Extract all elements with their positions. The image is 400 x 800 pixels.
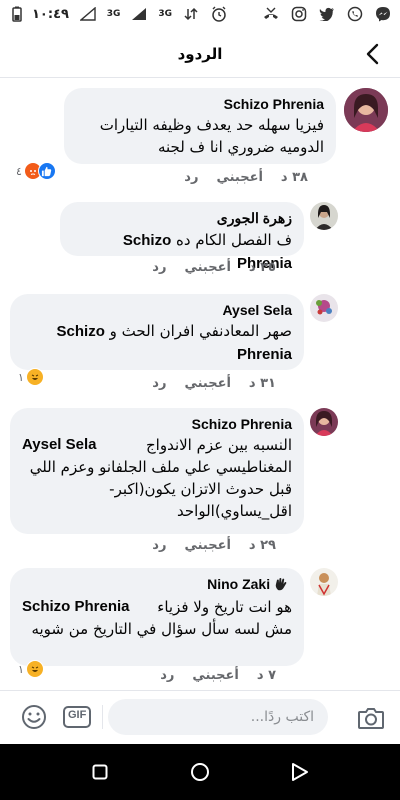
- reply-button[interactable]: رد: [160, 668, 174, 683]
- home-icon: [191, 763, 209, 781]
- status-time: ١٠:٤٩: [32, 6, 69, 22]
- alarm-icon: [210, 5, 228, 23]
- reply-button[interactable]: رد: [184, 170, 198, 185]
- emoji-button[interactable]: [20, 703, 48, 731]
- reply-bubble[interactable]: Aysel Sela صهر المعادنفي افران الحث و Sc…: [10, 294, 304, 370]
- home-button[interactable]: [188, 760, 212, 784]
- reply-time[interactable]: ٣١ د: [249, 376, 276, 391]
- author-name-row: Nino Zaki: [22, 576, 292, 594]
- page-title: الردود: [177, 44, 223, 63]
- reply-item: زهرة الجورى ف الفصل الكام ده Schizo Phre…: [0, 190, 400, 278]
- avatar[interactable]: [344, 88, 388, 132]
- reactions-summary[interactable]: ٤: [16, 162, 56, 180]
- reaction-count: ٤: [16, 164, 22, 178]
- like-button[interactable]: أعجبني: [184, 260, 230, 275]
- reply-time[interactable]: ٢٩ د: [249, 538, 276, 553]
- author-name[interactable]: Schizo Phrenia: [76, 96, 324, 112]
- messenger-icon: [374, 5, 392, 23]
- like-button[interactable]: أعجبني: [184, 376, 230, 391]
- signal-icon: [79, 5, 97, 23]
- reply-meta: ٣٥ د أعجبني رد: [152, 260, 276, 275]
- author-name[interactable]: Nino Zaki: [207, 576, 270, 592]
- network-type-2: 3G: [158, 9, 172, 19]
- recents-icon: [92, 764, 108, 780]
- data-arrows-icon: [182, 5, 200, 23]
- reply-bubble[interactable]: Nino Zaki Schizo Phrenia هو انت تاريخ ول…: [10, 568, 304, 666]
- reply-time[interactable]: ٧ د: [257, 668, 276, 683]
- like-button[interactable]: أعجبني: [184, 538, 230, 553]
- missed-call-icon: [262, 5, 280, 23]
- waving-hand-icon: [274, 577, 288, 594]
- haha-reaction-icon: [25, 660, 44, 678]
- reply-text-body: صهر المعادنفي افران الحث و: [109, 322, 292, 340]
- status-left: ١٠:٤٩: [8, 5, 69, 23]
- reply-button[interactable]: رد: [152, 260, 166, 275]
- author-name[interactable]: زهرة الجورى: [72, 210, 292, 227]
- reply-composer: اكتب ردًا... GIF: [0, 690, 400, 744]
- reply-bubble[interactable]: Schizo Phrenia Aysel Sela النسبه بين عزم…: [10, 408, 304, 534]
- reply-input[interactable]: اكتب ردًا...: [108, 699, 328, 735]
- reply-item: Schizo Phrenia Aysel Sela النسبه بين عزم…: [0, 406, 400, 566]
- reply-text: فيزيا سهله حد يعدف وظيفه التيارات الدومي…: [99, 116, 324, 156]
- reply-time[interactable]: ٣٨ د: [281, 170, 308, 185]
- smiley-icon: [22, 705, 46, 729]
- network-type-1: 3G: [106, 9, 121, 19]
- reply-text: Aysel Sela النسبه بين عزم الاندواج المغن…: [22, 434, 292, 522]
- reply-text: Schizo Phrenia هو انت تاريخ ولا فزياء مش…: [22, 596, 292, 640]
- avatar[interactable]: [310, 294, 338, 322]
- reply-meta: ٣١ د أعجبني رد: [152, 376, 276, 391]
- reply-text: صهر المعادنفي افران الحث و Schizo Phreni…: [22, 320, 292, 366]
- twitter-icon: [318, 5, 336, 23]
- reactions-summary[interactable]: ١: [18, 660, 44, 678]
- divider-space: [238, 5, 252, 23]
- reply-item: Nino Zaki Schizo Phrenia هو انت تاريخ ول…: [0, 568, 400, 690]
- reply-button[interactable]: رد: [152, 538, 166, 553]
- back-triangle-icon: [292, 763, 308, 781]
- reactions-summary[interactable]: ١: [18, 368, 44, 386]
- avatar[interactable]: [310, 568, 338, 596]
- author-name[interactable]: Schizo Phrenia: [22, 416, 292, 432]
- reaction-count: ١: [18, 370, 24, 384]
- reply-button[interactable]: رد: [152, 376, 166, 391]
- gif-button[interactable]: GIF: [62, 704, 92, 730]
- haha-reaction-icon: [25, 368, 44, 386]
- avatar[interactable]: [310, 408, 338, 436]
- reaction-count: ١: [18, 662, 24, 676]
- mention-link[interactable]: Aysel Sela: [22, 434, 97, 456]
- camera-button[interactable]: [356, 703, 386, 733]
- mention-link[interactable]: Schizo Phrenia: [22, 596, 130, 618]
- whatsapp-icon: [346, 5, 364, 23]
- instagram-icon: [290, 5, 308, 23]
- reply-time[interactable]: ٣٥ د: [249, 260, 276, 275]
- reply-bubble[interactable]: زهرة الجورى ف الفصل الكام ده Schizo Phre…: [60, 202, 304, 272]
- reply-meta: ٢٩ د أعجبني رد: [152, 538, 276, 553]
- reply-meta: ٧ د أعجبني رد: [160, 668, 276, 683]
- like-button[interactable]: أعجبني: [216, 170, 262, 185]
- divider: [102, 705, 103, 729]
- replies-list[interactable]: Schizo Phrenia فيزيا سهله حد يعدف وظيفه …: [0, 78, 400, 690]
- camera-icon: [358, 708, 384, 729]
- back-nav-button[interactable]: [288, 760, 312, 784]
- status-right: 3G 3G: [79, 5, 392, 23]
- reply-item: Schizo Phrenia فيزيا سهله حد يعدف وظيفه …: [0, 78, 400, 188]
- status-bar: ١٠:٤٩ 3G 3G: [0, 0, 400, 28]
- back-button[interactable]: [358, 40, 386, 68]
- header: الردود: [0, 30, 400, 78]
- chevron-left-icon: [366, 43, 379, 65]
- signal-icon-2: [130, 5, 148, 23]
- like-button[interactable]: أعجبني: [192, 668, 238, 683]
- author-name[interactable]: Aysel Sela: [22, 302, 292, 318]
- like-reaction-icon: [37, 162, 56, 180]
- reply-text-body: ف الفصل الكام ده: [176, 231, 292, 249]
- battery-icon: [8, 5, 26, 23]
- reply-meta: ٣٨ د أعجبني رد: [184, 170, 308, 185]
- recents-button[interactable]: [88, 760, 112, 784]
- system-nav-bar: [0, 744, 400, 800]
- gif-label: GIF: [68, 709, 87, 721]
- reply-bubble[interactable]: Schizo Phrenia فيزيا سهله حد يعدف وظيفه …: [64, 88, 336, 164]
- avatar[interactable]: [310, 202, 338, 230]
